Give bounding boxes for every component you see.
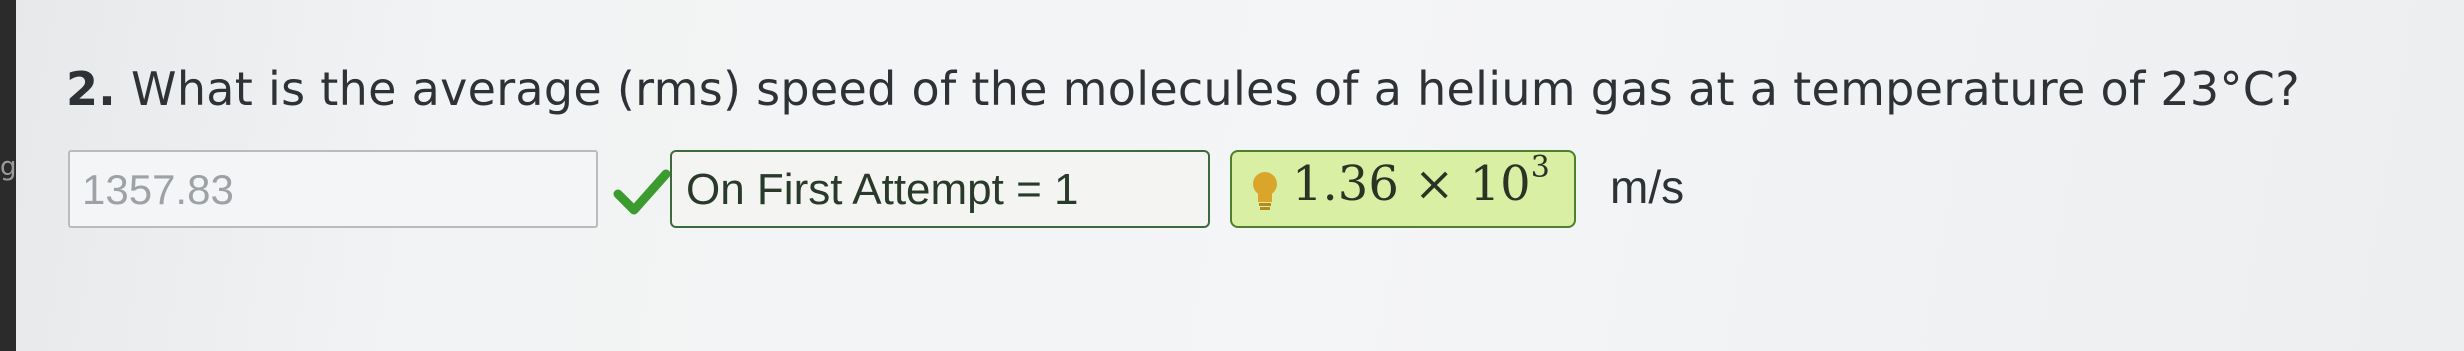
correct-answer-exponent: 3 [1530, 150, 1550, 185]
units-label: m/s [1610, 161, 1685, 213]
correct-answer-mantissa: 1.36 × 10 [1292, 156, 1531, 212]
page: ga 2. What is the average (rms) speed of… [0, 0, 2464, 351]
lightbulb-icon [1253, 172, 1277, 210]
question-text: What is the average (rms) speed of the m… [131, 62, 2300, 116]
edge-text: ga [0, 152, 16, 182]
correct-answer-badge[interactable]: 1.36 × 103 [1230, 150, 1576, 228]
correct-answer-value: 1.36 × 103 [1292, 150, 1550, 212]
answer-input[interactable]: 1357.83 [68, 150, 598, 228]
check-icon [613, 169, 671, 215]
question-number: 2. [66, 62, 117, 116]
attempt-feedback: On First Attempt = 1 [670, 150, 1210, 228]
question: 2. What is the average (rms) speed of th… [66, 62, 2300, 116]
